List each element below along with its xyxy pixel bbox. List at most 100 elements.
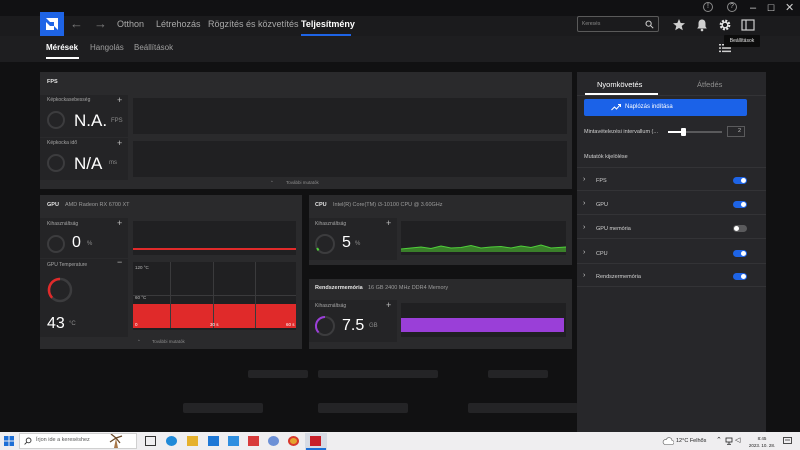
- chrome-icon[interactable]: [288, 436, 299, 446]
- temp-x-tick-0: 0: [135, 322, 138, 327]
- bell-icon[interactable]: [694, 17, 710, 33]
- metric-label: GPU memória: [596, 226, 631, 232]
- metric-toggle[interactable]: [733, 250, 747, 257]
- frame-rate-graph: [133, 98, 567, 134]
- weather-text[interactable]: 12°C Felhős: [676, 438, 706, 445]
- app-icon[interactable]: [268, 436, 279, 446]
- memory-usage-value: 7.5: [342, 317, 365, 334]
- store-icon[interactable]: [208, 436, 219, 446]
- add-metric-icon[interactable]: +: [386, 219, 391, 228]
- divider: [577, 95, 766, 96]
- help-icon[interactable]: ?: [727, 2, 737, 12]
- gpu-more-metrics[interactable]: ⌃ További mutatók: [121, 338, 221, 346]
- sampling-interval-input[interactable]: 2: [727, 126, 745, 137]
- start-logging-button[interactable]: Naplózás indítása: [584, 99, 747, 116]
- nav-link-otthon[interactable]: Otthon: [117, 19, 144, 30]
- metric-toggle[interactable]: [733, 273, 747, 280]
- search-input[interactable]: [582, 19, 642, 29]
- cpu-usage-line-chart: [401, 244, 566, 252]
- toggle-knob: [741, 274, 746, 279]
- back-arrow-icon[interactable]: ←: [70, 17, 83, 30]
- cpu-usage-gauge: [315, 234, 335, 254]
- temp-axis-top-label: 120 °C: [135, 265, 149, 270]
- chevron-right-icon[interactable]: ›: [583, 176, 585, 184]
- file-explorer-icon[interactable]: [187, 436, 198, 446]
- metric-toggle[interactable]: [733, 177, 747, 184]
- clock-time[interactable]: 8:45: [745, 435, 779, 442]
- notification-icon[interactable]: [783, 437, 792, 445]
- background-placeholder: [248, 370, 308, 378]
- add-metric-icon[interactable]: +: [117, 139, 122, 148]
- metric-row[interactable]: › GPU: [577, 196, 766, 214]
- metric-toggle[interactable]: [733, 201, 747, 208]
- more-metrics-label: További mutatók: [152, 339, 185, 344]
- gpu-temperature-value: 43: [47, 315, 65, 332]
- frame-rate-gauge: [47, 111, 65, 129]
- metric-row[interactable]: › FPS: [577, 172, 766, 190]
- tab-atfedes[interactable]: Átfedés: [697, 80, 722, 90]
- add-metric-icon[interactable]: +: [117, 219, 122, 228]
- chevron-right-icon[interactable]: ›: [583, 200, 585, 208]
- metric-label: GPU: [596, 202, 608, 208]
- toggle-knob: [741, 202, 746, 207]
- tab-meresek[interactable]: Mérések: [46, 43, 78, 53]
- search-icon[interactable]: [645, 20, 654, 29]
- close-button[interactable]: ✕: [785, 1, 794, 15]
- cpu-panel-title: CPU: [315, 202, 327, 208]
- toggle-knob: [741, 251, 746, 256]
- tray-chevron-icon[interactable]: ⌃: [716, 437, 722, 444]
- add-metric-icon[interactable]: +: [386, 301, 391, 310]
- temp-x-tick-30: 30 s: [210, 322, 219, 327]
- windows-start-icon[interactable]: [4, 436, 14, 446]
- forward-arrow-icon[interactable]: →: [94, 17, 107, 30]
- sampling-slider-thumb[interactable]: [680, 128, 686, 136]
- app-icon[interactable]: [248, 436, 259, 446]
- fps-panel-title: FPS: [47, 79, 58, 85]
- cloud-icon: [662, 437, 674, 445]
- nav-link-teljesitmeny[interactable]: Teljesítmény: [301, 19, 355, 30]
- bug-icon[interactable]: !: [703, 2, 713, 12]
- clock-date[interactable]: 2023. 10. 28.: [745, 442, 779, 449]
- metric-row[interactable]: › CPU: [577, 245, 766, 263]
- chevron-right-icon[interactable]: ›: [583, 224, 585, 232]
- metric-label: FPS: [596, 178, 607, 184]
- mail-icon[interactable]: [228, 436, 239, 446]
- search-box[interactable]: [577, 16, 659, 32]
- cpu-usage-label: Kihasználtság: [315, 221, 347, 227]
- nav-link-rogzites[interactable]: Rögzítés és közvetítés: [208, 19, 299, 30]
- gpu-temperature-unit: °C: [69, 321, 76, 327]
- edge-browser-icon[interactable]: [166, 436, 177, 446]
- gpu-device-name: AMD Radeon RX 6700 XT: [65, 202, 130, 208]
- toggle-knob: [734, 226, 739, 231]
- minimize-button[interactable]: –: [750, 1, 756, 15]
- gpu-usage-gauge: [47, 235, 65, 253]
- sidebar-toggle-icon[interactable]: [740, 17, 756, 33]
- volume-icon[interactable]: ◁: [735, 437, 740, 444]
- add-metric-icon[interactable]: +: [117, 96, 122, 105]
- fps-more-metrics[interactable]: ⌃ További mutatók: [256, 179, 356, 187]
- chevron-right-icon[interactable]: ›: [583, 272, 585, 280]
- chevron-right-icon[interactable]: ›: [583, 249, 585, 257]
- cpu-usage-value: 5: [342, 234, 351, 251]
- background-placeholder: [488, 370, 548, 378]
- nav-link-letrehozas[interactable]: Létrehozás: [156, 19, 201, 30]
- network-icon[interactable]: [725, 437, 733, 445]
- more-metrics-label: További mutatók: [286, 180, 319, 185]
- system-memory-title: Rendszermemória: [315, 285, 363, 291]
- temp-axis-mid-label: 60 °C: [135, 295, 147, 300]
- background-placeholder: [183, 403, 263, 413]
- metric-row[interactable]: › GPU memória: [577, 220, 766, 238]
- maximize-button[interactable]: ☐: [767, 1, 775, 15]
- gpu-usage-unit: %: [87, 241, 93, 247]
- star-icon[interactable]: [671, 17, 687, 33]
- tab-nyomkovetes[interactable]: Nyomkövetés: [597, 80, 642, 90]
- task-view-icon[interactable]: [145, 436, 156, 446]
- metric-row[interactable]: › Rendszermemória: [577, 268, 766, 286]
- system-memory-device: 16 GB 2400 MHz DDR4 Memory: [368, 285, 449, 291]
- gear-icon[interactable]: [717, 17, 733, 33]
- tab-hangolas[interactable]: Hangolás: [90, 43, 124, 53]
- tab-beallitasok[interactable]: Beállítások: [134, 43, 173, 53]
- metric-toggle[interactable]: [733, 225, 747, 232]
- collapse-metric-icon[interactable]: −: [117, 258, 122, 267]
- amd-logo[interactable]: [40, 12, 64, 36]
